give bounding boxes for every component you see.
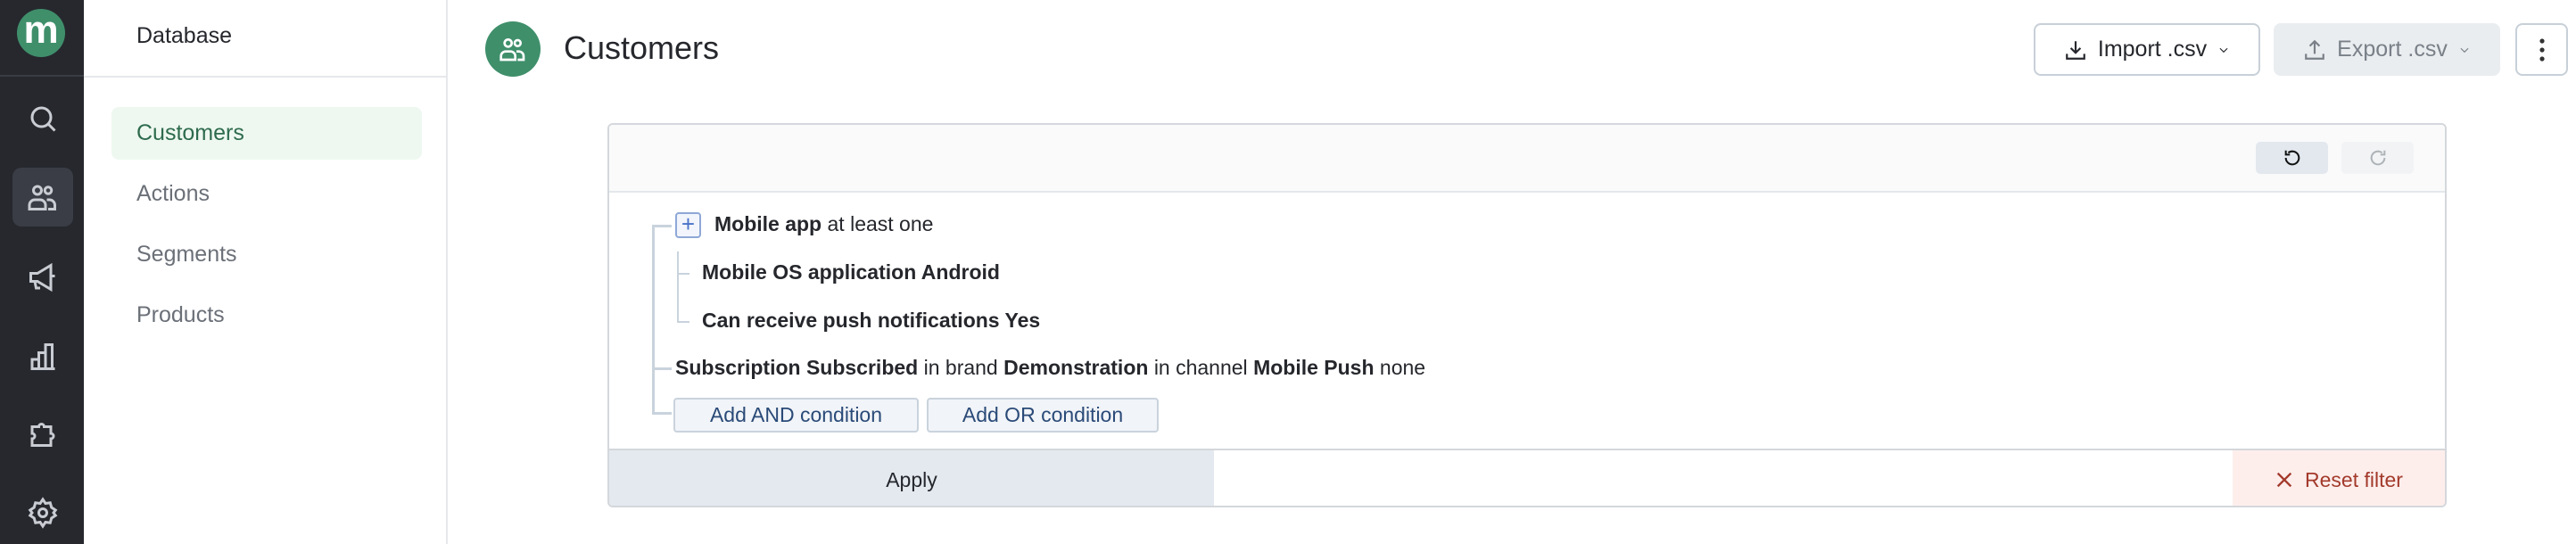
condition-mobile-os[interactable]: Mobile OS application Android: [702, 260, 1000, 284]
export-csv-button[interactable]: Export .csv: [2274, 23, 2500, 76]
redo-icon: [2370, 150, 2385, 166]
redo-button[interactable]: [2341, 142, 2414, 174]
add-and-condition-button[interactable]: Add AND condition: [673, 398, 919, 433]
condition-push[interactable]: Can receive push notifications Yes: [702, 309, 1040, 333]
tree-line: [652, 225, 672, 227]
condition-value: Mobile Push: [1253, 356, 1375, 379]
divider: [84, 76, 446, 78]
close-icon: [2276, 472, 2292, 488]
chevron-down-icon: [2460, 47, 2469, 53]
undo-button[interactable]: [2256, 142, 2328, 174]
search-icon: [30, 106, 56, 132]
rail-integrations[interactable]: [12, 404, 73, 463]
condition-field: Mobile app: [714, 212, 822, 235]
condition-value: Demonstration: [1003, 356, 1149, 379]
filter-toolbar: [609, 125, 2445, 193]
rail-campaigns[interactable]: [12, 248, 73, 307]
sidebar-item-actions[interactable]: Actions: [111, 168, 422, 220]
sidebar-title: Database: [136, 23, 233, 48]
download-icon: [2066, 40, 2085, 60]
sidebar-item-segments[interactable]: Segments: [111, 228, 422, 281]
tree-line: [677, 321, 689, 323]
undo-icon: [2284, 150, 2299, 166]
import-csv-button[interactable]: Import .csv: [2034, 23, 2260, 76]
tree-line: [652, 225, 655, 415]
apply-button[interactable]: Apply: [609, 450, 1214, 506]
reset-label: Reset filter: [2305, 467, 2403, 491]
more-options-button[interactable]: [2515, 23, 2568, 76]
condition-text: none: [1379, 356, 1426, 379]
sidebar-item-customers[interactable]: Customers: [111, 107, 422, 160]
expand-group-button[interactable]: +: [675, 212, 701, 238]
condition-mobile-app[interactable]: Mobile app at least one: [714, 212, 933, 236]
tree-line: [652, 367, 672, 370]
rail-settings[interactable]: [12, 483, 73, 542]
condition-text: Can receive push notifications Yes: [702, 309, 1041, 332]
upload-icon: [2305, 39, 2325, 60]
condition-text: in channel: [1153, 356, 1248, 379]
chevron-down-icon: [2219, 47, 2228, 53]
tree-line: [652, 412, 672, 415]
filter-footer: Apply Reset filter: [609, 449, 2445, 506]
add-or-condition-button[interactable]: Add OR condition: [927, 398, 1159, 433]
icon-rail: m: [0, 0, 84, 544]
filter-panel: + Mobile app at least one Mobile OS appl…: [607, 123, 2447, 507]
gear-icon: [28, 497, 58, 529]
puzzle-icon: [30, 423, 55, 447]
megaphone-icon: [29, 262, 55, 293]
export-label: Export .csv: [2337, 37, 2448, 62]
divider: [0, 75, 84, 77]
rail-analytics[interactable]: [12, 327, 73, 386]
users-icon: [28, 185, 56, 210]
import-label: Import .csv: [2097, 37, 2208, 62]
bar-chart-icon: [30, 343, 55, 370]
condition-field: Subscription Subscribed: [675, 356, 919, 379]
condition-text: in brand: [923, 356, 998, 379]
condition-operator: at least one: [827, 212, 934, 235]
kebab-menu-icon: [2539, 37, 2545, 62]
page-title: Customers: [564, 29, 720, 66]
logo[interactable]: m: [17, 9, 65, 57]
sidebar-item-products[interactable]: Products: [111, 289, 422, 342]
page-avatar: [485, 21, 541, 77]
rail-search[interactable]: [12, 89, 73, 148]
condition-text: Mobile OS application Android: [702, 260, 1000, 284]
reset-filter-button[interactable]: Reset filter: [2233, 450, 2445, 506]
condition-subscription[interactable]: Subscription Subscribed in brand Demonst…: [675, 356, 1425, 380]
tree-line: [677, 273, 689, 275]
sidebar: Database Customers Actions Segments Prod…: [84, 0, 448, 544]
tree-line: [677, 251, 679, 323]
users-icon: [500, 37, 525, 62]
rail-customers[interactable]: [12, 168, 73, 227]
